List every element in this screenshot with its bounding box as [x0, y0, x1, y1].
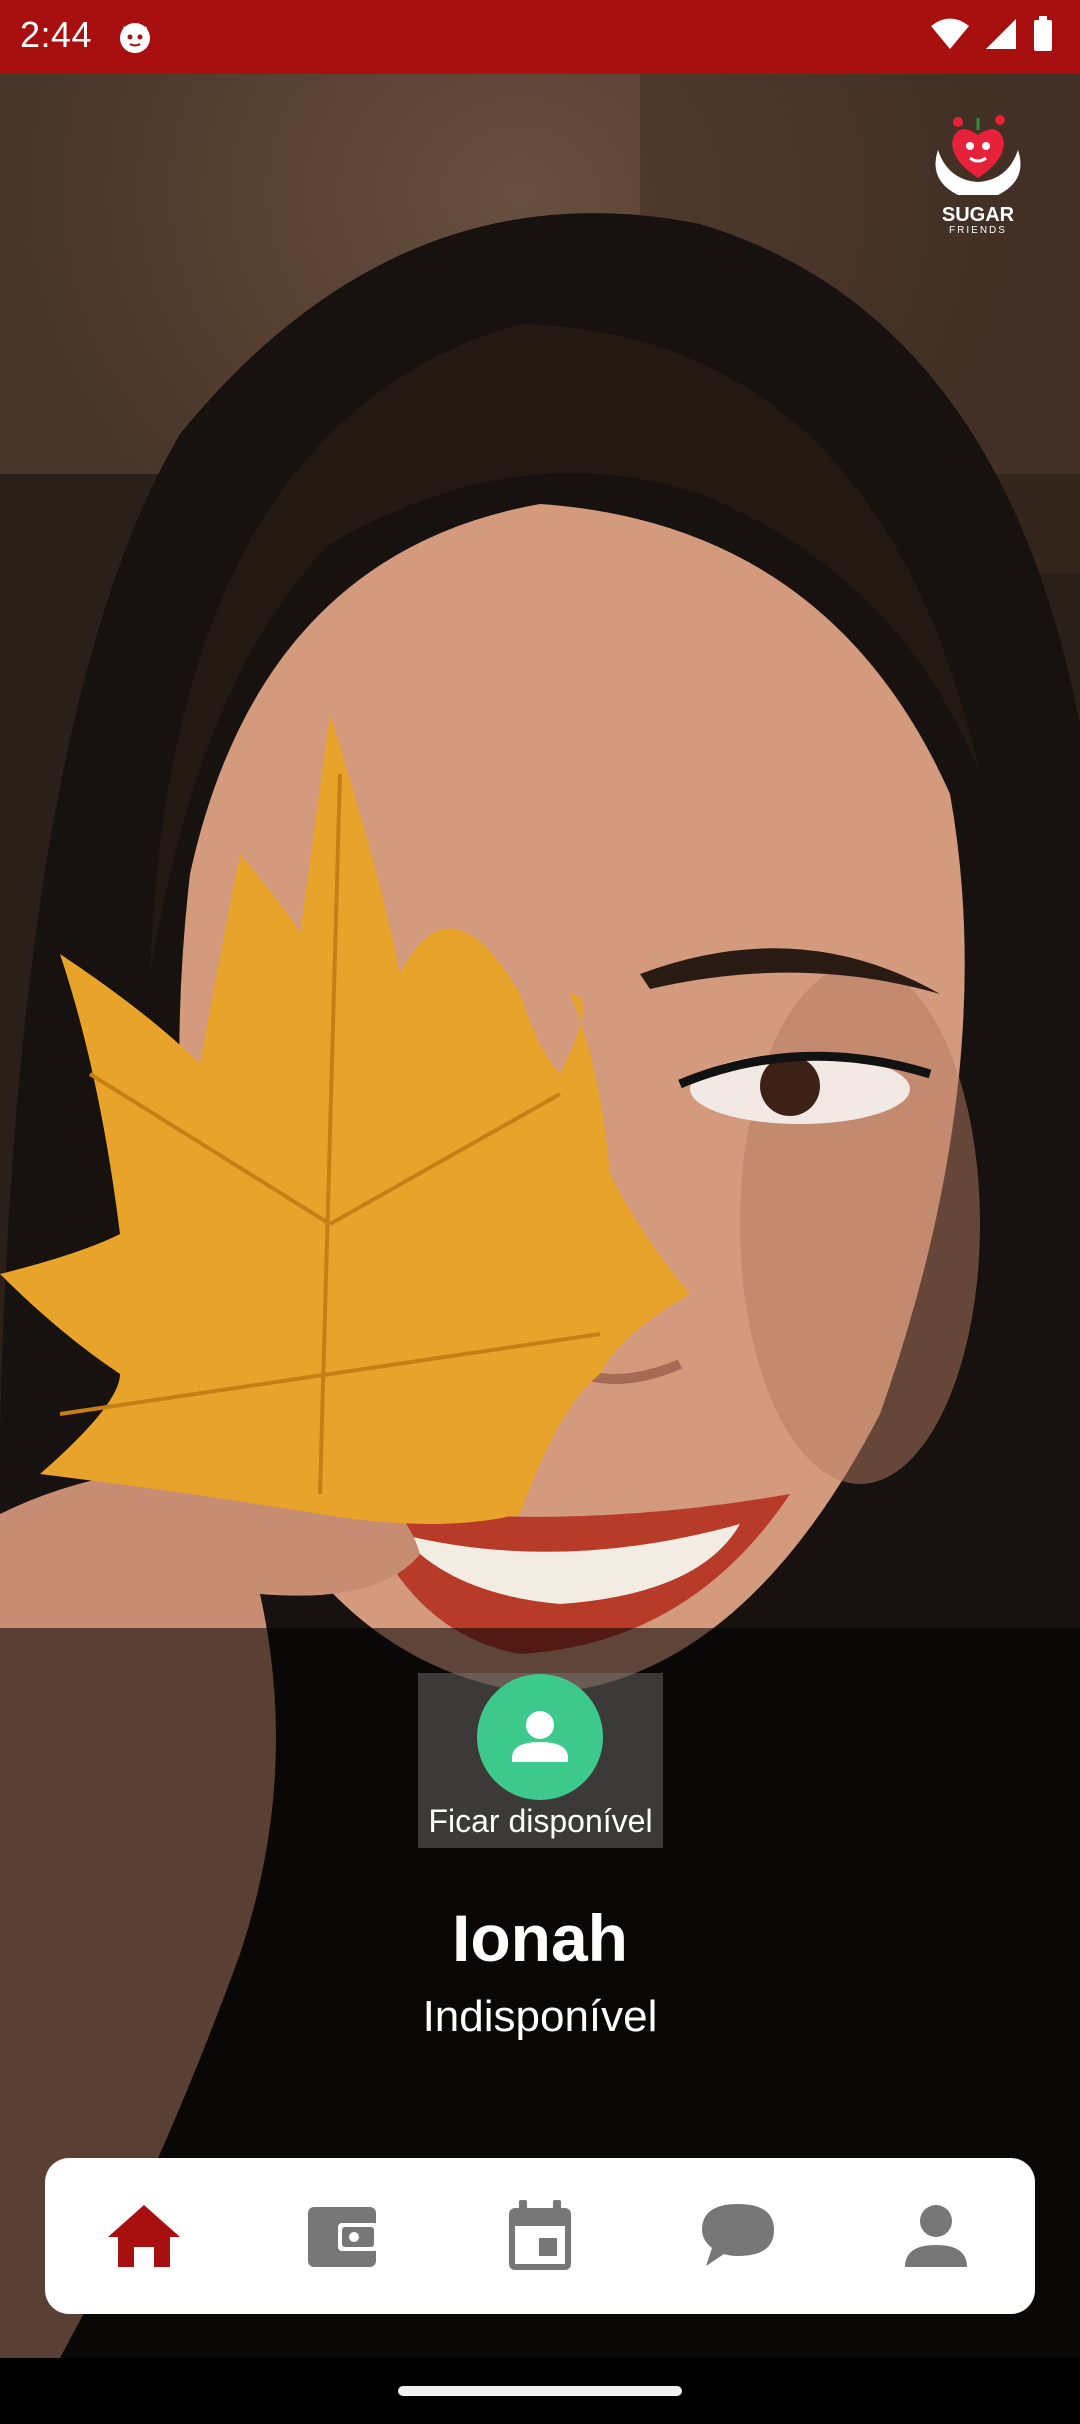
nav-chat[interactable] [678, 2176, 798, 2296]
nav-wallet[interactable] [282, 2176, 402, 2296]
availability-label: Ficar disponível [428, 1803, 653, 1839]
wifi-icon [930, 17, 970, 56]
availability-circle[interactable] [477, 1674, 603, 1800]
nav-calendar[interactable] [480, 2176, 600, 2296]
app-logo: SUGAR FRIENDS [928, 110, 1028, 240]
calendar-icon [509, 2200, 571, 2270]
logo-subtitle: FRIENDS [949, 225, 1007, 236]
status-bar: 2:44 [0, 0, 1080, 74]
wallet-icon [308, 2207, 378, 2267]
profile-name: Ionah [452, 1901, 628, 1975]
bottom-navigation [45, 2158, 1035, 2314]
nav-home[interactable] [84, 2176, 204, 2296]
battery-icon [1032, 16, 1054, 57]
heart-hands-logo [935, 115, 1021, 195]
person-icon [512, 1711, 568, 1762]
profile-status: Indisponível [422, 1992, 658, 2041]
nav-profile[interactable] [876, 2176, 996, 2296]
home-gesture-bar[interactable] [398, 2386, 682, 2396]
status-icons [930, 16, 1054, 57]
profile-icon [905, 2205, 967, 2267]
chat-icon [702, 2204, 774, 2266]
home-icon [108, 2205, 180, 2267]
logo-title: SUGAR [941, 204, 1015, 226]
availability-button[interactable]: Ficar disponível [418, 1673, 663, 1848]
status-time: 2:44 [20, 14, 93, 55]
cat-face-icon [116, 18, 154, 56]
signal-icon [984, 17, 1018, 56]
